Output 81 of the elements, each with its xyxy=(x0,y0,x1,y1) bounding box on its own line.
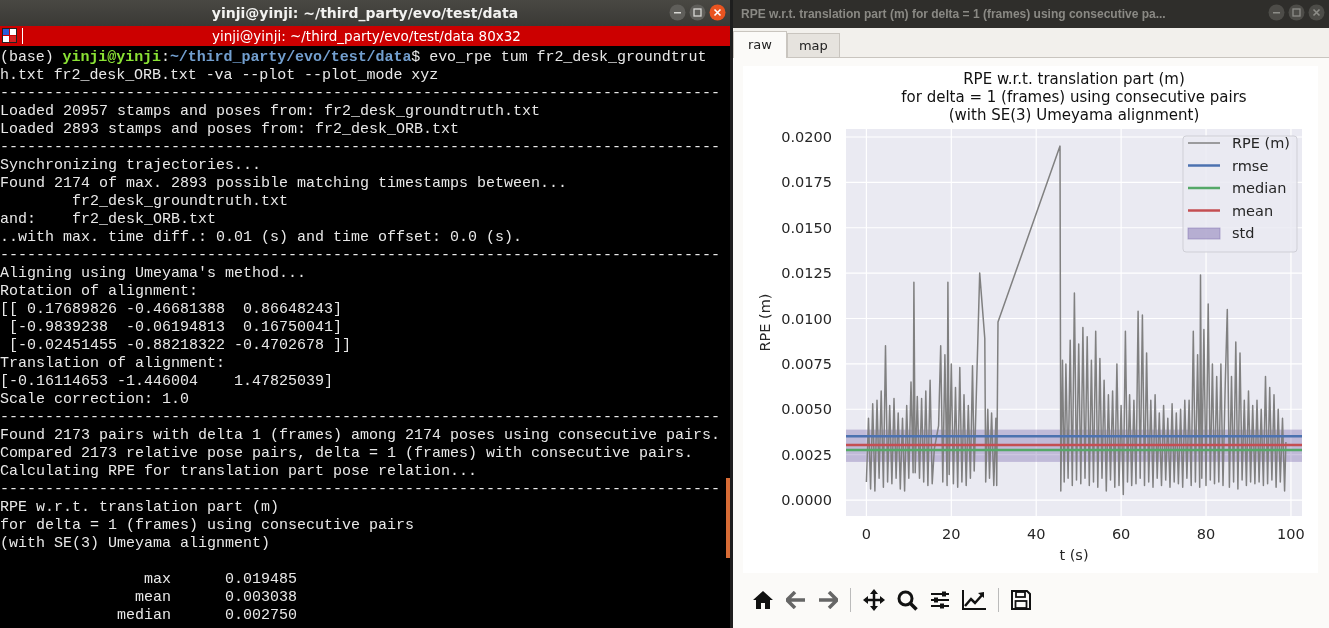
stat-value: 0.002750 xyxy=(225,607,297,625)
y-tick-label: 0.0050 xyxy=(781,400,832,417)
console-line: -------------------------------------------------------------------------------- xyxy=(0,247,722,265)
stat-label: mean xyxy=(134,589,171,607)
console-line: Aligning using Umeyama's method... xyxy=(0,265,308,283)
back-arrow-icon[interactable] xyxy=(786,591,806,610)
stat-value: 0.003038 xyxy=(225,589,297,607)
console-line: Synchronizing trajectories... xyxy=(0,157,263,175)
tab[interactable]: map xyxy=(786,32,840,57)
line-chart-icon[interactable] xyxy=(962,590,986,611)
window-title: RPE w.r.t. translation part (m) for delta = 1 (frames) using consecutive pa... xyxy=(741,6,1166,21)
x-axis-label: t (s) xyxy=(1059,546,1089,563)
console-line: [-0.16114653 -1.446004 1.47825039] xyxy=(0,373,335,391)
x-tick-label: 40 xyxy=(1027,525,1046,542)
scrollbar-thumb[interactable] xyxy=(726,478,730,558)
legend-key xyxy=(1187,227,1221,239)
console-line: Rotation of alignment: xyxy=(0,283,200,301)
console-line: RPE w.r.t. translation part (m) xyxy=(0,499,281,517)
terminal-tab-title: yinji@yinji: ~/third_party/evo/test/data 80x32 xyxy=(211,28,522,44)
console-line: (with SE(3) Umeyama alignment) xyxy=(0,535,272,553)
x-tick-label: 80 xyxy=(1196,525,1216,542)
stat-label: max xyxy=(143,571,171,589)
console-line: [[ 0.17689826 -0.46681388 0.86648243] xyxy=(0,301,344,319)
console-line: [-0.02451455 -0.88218322 -0.4702678 ]] xyxy=(8,337,353,355)
y-tick-label: 0.0125 xyxy=(781,264,832,281)
legend-label: std xyxy=(1232,224,1255,241)
settings-icon[interactable] xyxy=(930,590,950,611)
console-line: Loaded 2893 stamps and poses from: fr2_desk_ORB.txt xyxy=(0,121,461,139)
y-tick-label: 0.0150 xyxy=(781,219,832,236)
console-line: Loaded 20957 stamps and poses from: fr2_desk_groundtruth.txt xyxy=(0,103,542,121)
x-tick-label: 60 xyxy=(1111,525,1131,542)
y-tick-label: 0.0025 xyxy=(781,446,832,463)
terminal-menu-icon[interactable] xyxy=(2,28,18,44)
window-title: yinji@yinji: ~/third_party/evo/test/data xyxy=(211,5,519,21)
console-line: Compared 2173 relative pose pairs, delta = 1 (frames) with consecutive pairs. xyxy=(0,445,695,463)
console-line: Found 2173 pairs with delta 1 (frames) among 2174 poses using consecutive pairs. xyxy=(0,427,722,445)
prompt-line: (base) yinji@yinji:~/third_party/evo/test/data$ evo_rpe tum fr2_desk_groundtruth.txt fr2_desk_ORB.txt -va --plot --plot_mode xyz xyxy=(0,49,708,85)
y-axis-label: RPE (m) xyxy=(757,293,773,351)
legend-key xyxy=(1187,141,1221,144)
console-line: ..with max. time diff.: 0.01 (s) and time offset: 0.0 (s). xyxy=(0,229,524,247)
maximize-icon[interactable] xyxy=(689,4,706,21)
console-line: fr2_desk_groundtruth.txt xyxy=(71,193,290,211)
close-icon[interactable] xyxy=(709,4,726,21)
stat-value: 0.019485 xyxy=(225,571,297,589)
minimize-icon[interactable] xyxy=(1268,4,1285,21)
x-tick-label: 100 xyxy=(1277,525,1305,542)
legend-label: mean xyxy=(1232,202,1274,218)
y-tick-label: 0.0075 xyxy=(781,355,832,372)
x-tick-label: 0 xyxy=(861,525,871,542)
search-icon[interactable] xyxy=(897,589,918,611)
stat-label: median xyxy=(116,607,171,625)
forward-arrow-icon[interactable] xyxy=(818,591,838,610)
tab[interactable]: raw xyxy=(733,30,787,58)
maximize-icon[interactable] xyxy=(1288,4,1305,21)
y-tick-label: 0.0100 xyxy=(781,310,832,326)
console-line: -------------------------------------------------------------------------------- xyxy=(0,409,722,427)
legend-key xyxy=(1188,163,1220,167)
chart-title: RPE w.r.t. translation part (m) for delta = 1 (frames) using consecutive pairs (with SE(3) Umeyama alignment) xyxy=(901,69,1247,124)
console-line: Scale correction: 1.0 xyxy=(0,391,191,409)
console-line: -------------------------------------------------------------------------------- xyxy=(0,85,722,103)
legend-label: RPE (m) xyxy=(1232,134,1291,151)
console-line: [-0.9839238 -0.06194813 0.16750041] xyxy=(8,319,344,337)
minimize-icon[interactable] xyxy=(669,4,686,21)
console-line: Calculating RPE for translation part pose relation... xyxy=(0,463,479,481)
console-line: Translation of alignment: xyxy=(0,355,227,373)
x-tick-label: 20 xyxy=(942,525,961,542)
y-tick-label: 0.0175 xyxy=(781,173,832,190)
console-line: for delta = 1 (frames) using consecutive pairs xyxy=(0,517,416,535)
console-line: Found 2174 of max. 2893 possible matching timestamps between... xyxy=(0,175,569,193)
legend-key xyxy=(1188,186,1220,189)
y-tick-label: 0.0000 xyxy=(781,491,832,508)
move-icon[interactable] xyxy=(863,589,885,612)
legend-key xyxy=(1188,208,1220,212)
console-line: -------------------------------------------------------------------------------- xyxy=(0,139,722,157)
save-icon[interactable] xyxy=(1011,590,1031,611)
legend-label: rmse xyxy=(1232,157,1269,173)
y-tick-label: 0.0200 xyxy=(781,128,832,145)
home-icon[interactable] xyxy=(752,590,774,611)
legend-label: median xyxy=(1232,179,1287,196)
console-line: -------------------------------------------------------------------------------- xyxy=(0,481,722,499)
console-line: and: fr2_desk_ORB.txt xyxy=(0,211,218,229)
